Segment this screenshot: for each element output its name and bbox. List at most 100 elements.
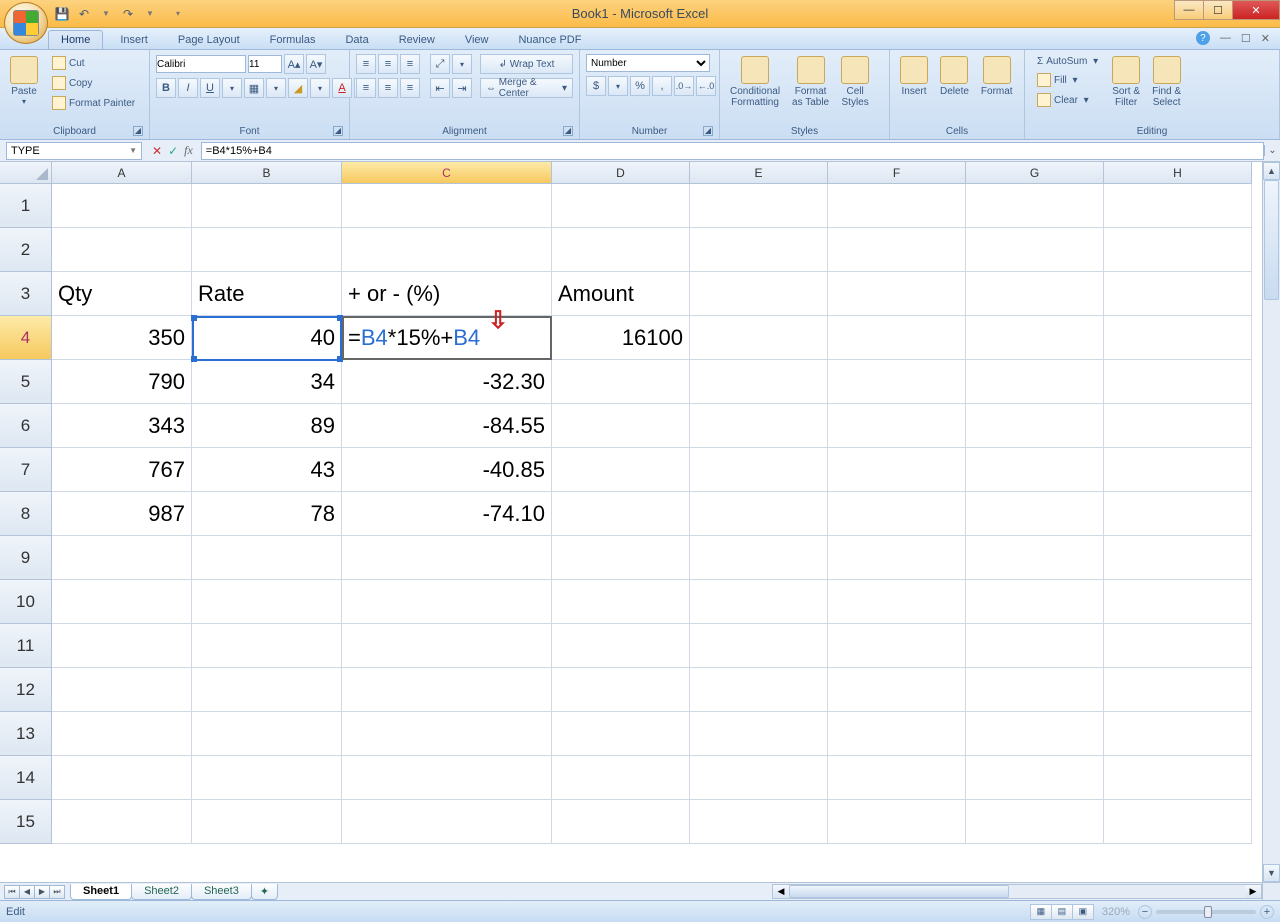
cells-area[interactable]: QtyRate+ or - (%)Amount350401610079034-3… [52, 184, 1252, 844]
cell-F7[interactable] [828, 448, 966, 492]
align-right-button[interactable]: ≡ [400, 78, 420, 98]
delete-cells-button[interactable]: Delete [936, 54, 973, 99]
hscroll-thumb[interactable] [789, 885, 1009, 898]
currency-button[interactable]: $ [586, 76, 606, 96]
cell-E9[interactable] [690, 536, 828, 580]
cell-B2[interactable] [192, 228, 342, 272]
col-header-h[interactable]: H [1104, 162, 1252, 184]
number-dialog-launcher[interactable]: ◢ [703, 126, 713, 136]
cell-A9[interactable] [52, 536, 192, 580]
col-header-g[interactable]: G [966, 162, 1104, 184]
ribbon-minimize-icon[interactable]: — [1220, 32, 1231, 44]
cell-B12[interactable] [192, 668, 342, 712]
cell-F14[interactable] [828, 756, 966, 800]
border-button[interactable]: ▦ [244, 78, 264, 98]
grow-font-button[interactable]: A▴ [284, 54, 304, 74]
cell-G7[interactable] [966, 448, 1104, 492]
cell-B15[interactable] [192, 800, 342, 844]
cell-B3[interactable]: Rate [192, 272, 342, 316]
cell-E6[interactable] [690, 404, 828, 448]
cell-C9[interactable] [342, 536, 552, 580]
horizontal-scrollbar[interactable]: ◀ ▶ [772, 884, 1262, 899]
underline-button[interactable]: U [200, 78, 220, 98]
new-sheet-button[interactable]: ✦ [251, 884, 278, 900]
close-button[interactable]: ✕ [1232, 0, 1280, 20]
sheet-tab-1[interactable]: Sheet1 [70, 884, 132, 900]
tab-review[interactable]: Review [386, 30, 448, 49]
sheet-tab-3[interactable]: Sheet3 [191, 884, 252, 900]
cell-A5[interactable]: 790 [52, 360, 192, 404]
cell-A7[interactable]: 767 [52, 448, 192, 492]
view-page-layout-icon[interactable]: ▤ [1051, 904, 1073, 920]
workbook-restore-icon[interactable]: ☐ [1241, 32, 1251, 45]
scroll-down-icon[interactable]: ▼ [1263, 864, 1280, 882]
cell-H6[interactable] [1104, 404, 1252, 448]
cell-F3[interactable] [828, 272, 966, 316]
scroll-thumb[interactable] [1264, 180, 1279, 300]
cell-H8[interactable] [1104, 492, 1252, 536]
paste-button[interactable]: Paste▾ [6, 54, 42, 108]
underline-dropdown[interactable]: ▾ [222, 78, 242, 98]
wrap-text-button[interactable]: ↲ Wrap Text [480, 54, 573, 74]
cell-G4[interactable] [966, 316, 1104, 360]
comma-button[interactable]: , [652, 76, 672, 96]
cell-E15[interactable] [690, 800, 828, 844]
cell-D2[interactable] [552, 228, 690, 272]
fill-color-dropdown[interactable]: ▾ [310, 78, 330, 98]
scroll-right-icon[interactable]: ▶ [1245, 885, 1261, 898]
col-header-b[interactable]: B [192, 162, 342, 184]
copy-button[interactable]: Copy [46, 74, 141, 92]
cell-F1[interactable] [828, 184, 966, 228]
cell-F9[interactable] [828, 536, 966, 580]
cell-D13[interactable] [552, 712, 690, 756]
cell-G10[interactable] [966, 580, 1104, 624]
row-header-5[interactable]: 5 [0, 360, 52, 404]
cell-A14[interactable] [52, 756, 192, 800]
cell-A10[interactable] [52, 580, 192, 624]
cell-C8[interactable]: -74.10 [342, 492, 552, 536]
italic-button[interactable]: I [178, 78, 198, 98]
col-header-d[interactable]: D [552, 162, 690, 184]
tab-view[interactable]: View [452, 30, 502, 49]
cell-G12[interactable] [966, 668, 1104, 712]
cell-G15[interactable] [966, 800, 1104, 844]
cell-D8[interactable] [552, 492, 690, 536]
find-select-button[interactable]: Find &Select [1148, 54, 1185, 110]
maximize-button[interactable]: ☐ [1203, 0, 1233, 20]
font-name-input[interactable] [156, 55, 246, 73]
name-box[interactable]: TYPE▼ [6, 142, 142, 160]
sheet-nav-last-icon[interactable]: ⏭ [49, 885, 65, 899]
border-dropdown[interactable]: ▾ [266, 78, 286, 98]
row-header-14[interactable]: 14 [0, 756, 52, 800]
select-all-corner[interactable] [0, 162, 52, 184]
cell-E3[interactable] [690, 272, 828, 316]
cell-C7[interactable]: -40.85 [342, 448, 552, 492]
cell-D3[interactable]: Amount [552, 272, 690, 316]
align-middle-button[interactable]: ≡ [378, 54, 398, 74]
row-header-11[interactable]: 11 [0, 624, 52, 668]
scroll-left-icon[interactable]: ◀ [773, 885, 789, 898]
tab-home[interactable]: Home [48, 30, 103, 49]
col-header-e[interactable]: E [690, 162, 828, 184]
format-cells-button[interactable]: Format [977, 54, 1017, 99]
cell-B11[interactable] [192, 624, 342, 668]
cell-G6[interactable] [966, 404, 1104, 448]
cell-F13[interactable] [828, 712, 966, 756]
row-header-4[interactable]: 4 [0, 316, 52, 360]
cell-D1[interactable] [552, 184, 690, 228]
cell-H11[interactable] [1104, 624, 1252, 668]
font-color-button[interactable]: A [332, 78, 352, 98]
zoom-out-button[interactable]: − [1138, 905, 1152, 919]
office-button[interactable] [4, 2, 48, 44]
view-page-break-icon[interactable]: ▣ [1072, 904, 1094, 920]
cell-A4[interactable]: 350 [52, 316, 192, 360]
cell-A3[interactable]: Qty [52, 272, 192, 316]
row-header-8[interactable]: 8 [0, 492, 52, 536]
cell-F8[interactable] [828, 492, 966, 536]
bold-button[interactable]: B [156, 78, 176, 98]
cell-G11[interactable] [966, 624, 1104, 668]
align-bottom-button[interactable]: ≡ [400, 54, 420, 74]
row-header-6[interactable]: 6 [0, 404, 52, 448]
scroll-up-icon[interactable]: ▲ [1263, 162, 1280, 180]
cell-E1[interactable] [690, 184, 828, 228]
